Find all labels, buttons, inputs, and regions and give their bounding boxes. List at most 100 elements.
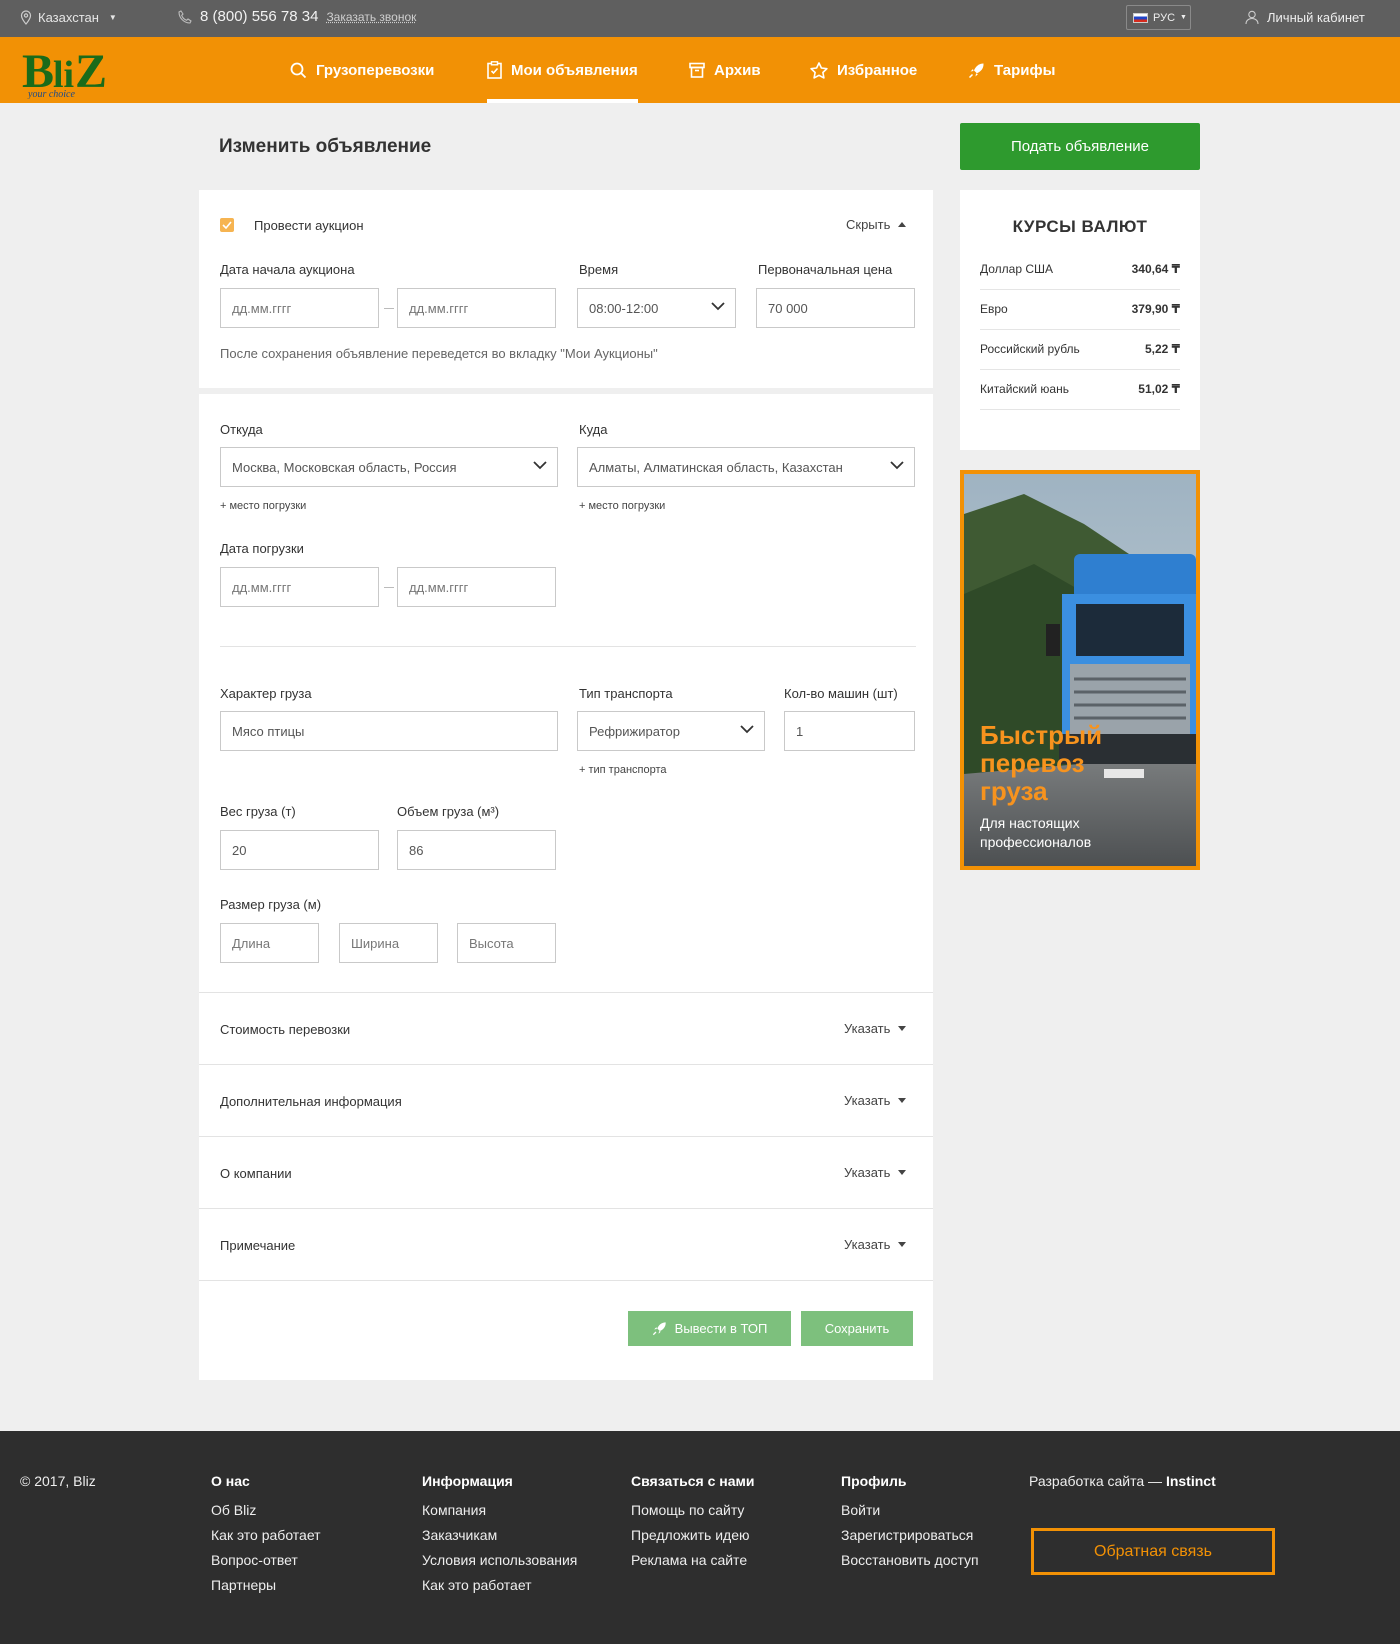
nav-item-archive[interactable]: Архив [689, 37, 761, 103]
search-icon [290, 62, 307, 78]
from-select[interactable]: Москва, Московская область, Россия [220, 447, 558, 487]
weight-input[interactable]: 20 [220, 830, 379, 870]
language-selector[interactable]: РУС ▼ [1126, 5, 1191, 30]
main-nav: B li Z your choice Грузоперевозки Мои об… [0, 37, 1400, 103]
post-ad-button[interactable]: Подать объявление [960, 123, 1200, 170]
auction-date-to-input[interactable]: дд.мм.гггг [397, 288, 556, 328]
auction-checkbox[interactable] [220, 218, 234, 232]
loading-date-from-input[interactable]: дд.мм.гггг [220, 567, 379, 607]
promote-top-button[interactable]: Вывести в ТОП [628, 1311, 791, 1346]
footer-link[interactable]: Партнеры [211, 1577, 321, 1593]
currency-value: 379,90 ₸ [1131, 302, 1180, 316]
region-label: Казахстан [38, 10, 99, 25]
transport-type-select[interactable]: Рефрижиратор [577, 711, 765, 751]
section-title-cost[interactable]: Стоимость перевозки [220, 1022, 350, 1037]
volume-input[interactable]: 86 [397, 830, 556, 870]
toggle-label: Указать [844, 1237, 891, 1252]
location-pin-icon [20, 10, 32, 25]
bliz-logo[interactable]: B li Z your choice [20, 43, 130, 99]
nav-item-cargo[interactable]: Грузоперевозки [290, 37, 434, 103]
footer-col-title: Профиль [841, 1473, 907, 1489]
footer-link[interactable]: Войти [841, 1502, 979, 1518]
chevron-down-icon [711, 302, 725, 311]
feedback-button[interactable]: Обратная связь [1031, 1528, 1275, 1575]
width-input[interactable]: Ширина [339, 923, 438, 963]
nav-item-tariffs[interactable]: Тарифы [968, 37, 1055, 103]
section-toggle-cost[interactable]: Указать [844, 1021, 907, 1036]
footer-col-contact: Связаться с нами Помощь по сайту Предлож… [631, 1473, 754, 1577]
footer-link[interactable]: Компания [422, 1502, 577, 1518]
copyright: © 2017, Bliz [20, 1473, 96, 1489]
section-toggle-company[interactable]: Указать [844, 1165, 907, 1180]
auction-date-from-input[interactable]: дд.мм.гггг [220, 288, 379, 328]
add-unloading-place-link[interactable]: + место погрузки [579, 500, 665, 512]
add-transport-type-link[interactable]: + тип транспорта [579, 764, 667, 776]
date-range-dash [384, 587, 394, 588]
footer-link[interactable]: Восстановить доступ [841, 1552, 979, 1568]
section-title-additional[interactable]: Дополнительная информация [220, 1094, 402, 1109]
cargo-type-label: Характер груза [220, 686, 312, 701]
caret-up-icon [898, 222, 907, 227]
section-divider [199, 1136, 933, 1137]
ad-headline-line: груза [980, 776, 1048, 806]
footer-link[interactable]: Зарегистрироваться [841, 1527, 979, 1543]
phone-number[interactable]: 8 (800) 556 78 34 [200, 8, 318, 25]
auction-checkbox-label[interactable]: Провести аукцион [254, 218, 364, 233]
nav-item-label: Избранное [837, 61, 918, 79]
ad-headline-line: Быстрый [980, 720, 1103, 750]
phone-icon [178, 9, 192, 24]
cars-count-input[interactable]: 1 [784, 711, 915, 751]
footer-link[interactable]: Как это работает [422, 1577, 577, 1593]
auction-time-select[interactable]: 08:00-12:00 [577, 288, 736, 328]
ad-form-card: Откуда Москва, Московская область, Росси… [199, 394, 933, 1380]
footer-link[interactable]: Помощь по сайту [631, 1502, 754, 1518]
save-button[interactable]: Сохранить [801, 1311, 913, 1346]
ad-subtitle-line: профессионалов [980, 834, 1092, 850]
rate-row: Евро 379,90 ₸ [980, 290, 1180, 330]
footer-link[interactable]: Условия использования [422, 1552, 577, 1568]
cargo-type-input[interactable]: Мясо птицы [220, 711, 558, 751]
section-title-note[interactable]: Примечание [220, 1238, 295, 1253]
height-input[interactable]: Высота [457, 923, 556, 963]
toggle-label: Указать [844, 1093, 891, 1108]
length-input[interactable]: Длина [220, 923, 319, 963]
developer-credit: Разработка сайта — Instinct [1029, 1473, 1216, 1489]
toggle-label: Скрыть [846, 217, 891, 232]
caret-down-icon [898, 1026, 907, 1031]
checkmark-icon [222, 221, 232, 229]
footer-link[interactable]: Как это работает [211, 1527, 321, 1543]
footer-link[interactable]: Реклама на сайте [631, 1552, 754, 1568]
callback-link[interactable]: Заказать звонок [326, 10, 416, 24]
language-label: РУС [1153, 11, 1176, 24]
select-value: 08:00-12:00 [589, 300, 659, 316]
add-loading-place-link[interactable]: + место погрузки [220, 500, 306, 512]
developer-name[interactable]: Instinct [1166, 1473, 1216, 1489]
nav-item-my-ads[interactable]: Мои объявления [487, 37, 638, 103]
section-toggle-note[interactable]: Указать [844, 1237, 907, 1252]
section-divider [199, 1280, 933, 1281]
auction-price-input[interactable]: 70 000 [756, 288, 915, 328]
to-select[interactable]: Алматы, Алматинская область, Казахстан [577, 447, 915, 487]
footer-link[interactable]: Заказчикам [422, 1527, 577, 1543]
ad-banner[interactable]: Быстрый перевоз груза Для настоящих проф… [960, 470, 1200, 870]
russia-flag-icon [1133, 12, 1148, 23]
auction-card: Провести аукцион Скрыть Дата начала аукц… [199, 190, 933, 388]
account-link[interactable]: Личный кабинет [1245, 10, 1365, 25]
section-title-company[interactable]: О компании [220, 1166, 292, 1181]
ad-headline: Быстрый перевоз груза [980, 721, 1102, 805]
select-value: Рефрижиратор [589, 723, 680, 739]
cars-count-label: Кол-во машин (шт) [784, 686, 898, 701]
auction-hide-toggle[interactable]: Скрыть [846, 217, 907, 232]
region-selector[interactable]: Казахстан ▼ [20, 10, 117, 25]
footer-link[interactable]: Об Bliz [211, 1502, 321, 1518]
loading-date-to-input[interactable]: дд.мм.гггг [397, 567, 556, 607]
chevron-down-icon [740, 725, 754, 734]
nav-item-favorites[interactable]: Избранное [810, 37, 917, 103]
footer-link[interactable]: Предложить идею [631, 1527, 754, 1543]
currency-name: Российский рубль [980, 342, 1080, 356]
to-label: Куда [579, 422, 608, 437]
loading-date-label: Дата погрузки [220, 541, 304, 556]
section-toggle-additional[interactable]: Указать [844, 1093, 907, 1108]
clipboard-icon [487, 61, 502, 79]
footer-link[interactable]: Вопрос-ответ [211, 1552, 321, 1568]
